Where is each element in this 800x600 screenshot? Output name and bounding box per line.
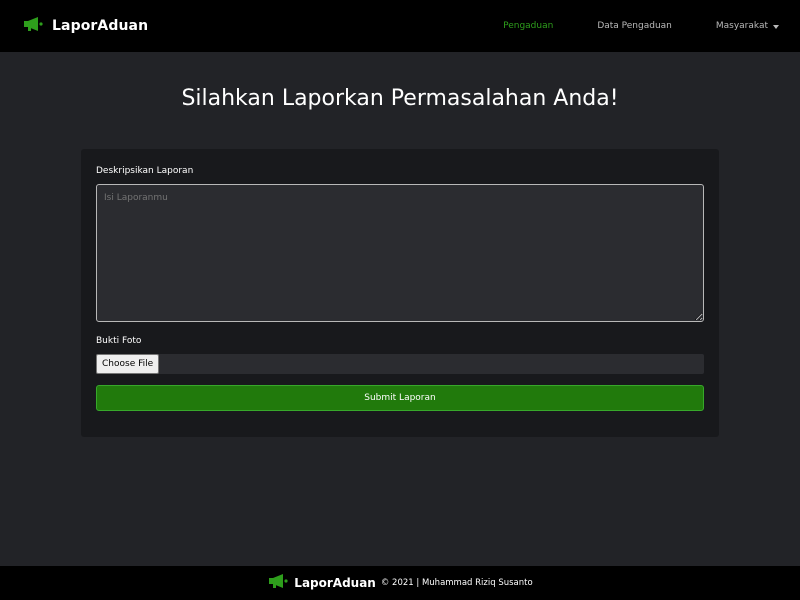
nav-link-data-pengaduan[interactable]: Data Pengaduan: [597, 21, 672, 31]
caret-down-icon: [773, 24, 779, 29]
footer-brand: LaporAduan: [294, 576, 376, 590]
submit-report-button[interactable]: Submit Laporan: [96, 385, 704, 411]
photo-label: Bukti Foto: [96, 336, 142, 346]
footer-copyright: © 2021 | Muhammad Riziq Susanto: [380, 578, 533, 588]
photo-file-input[interactable]: Choose File: [96, 354, 704, 374]
megaphone-icon: [267, 573, 289, 593]
navbar: LaporAduan Pengaduan Data Pengaduan Masy…: [0, 0, 800, 52]
nav-links: Pengaduan Data Pengaduan Masyarakat: [503, 21, 779, 31]
nav-link-pengaduan[interactable]: Pengaduan: [503, 21, 553, 31]
report-form: Deskripsikan Laporan Bukti Foto Choose F…: [81, 149, 719, 437]
choose-file-button[interactable]: Choose File: [96, 354, 160, 374]
megaphone-icon: [22, 16, 44, 36]
footer: LaporAduan © 2021 | Muhammad Riziq Susan…: [0, 566, 800, 600]
page-title: Silahkan Laporkan Permasalahan Anda!: [181, 86, 619, 111]
description-textarea[interactable]: [96, 184, 704, 322]
user-dropdown-label: Masyarakat: [715, 21, 768, 31]
user-dropdown[interactable]: Masyarakat: [716, 21, 779, 31]
navbar-brand[interactable]: LaporAduan: [22, 16, 148, 36]
brand-name: LaporAduan: [52, 18, 149, 34]
description-label: Deskripsikan Laporan: [96, 166, 194, 176]
